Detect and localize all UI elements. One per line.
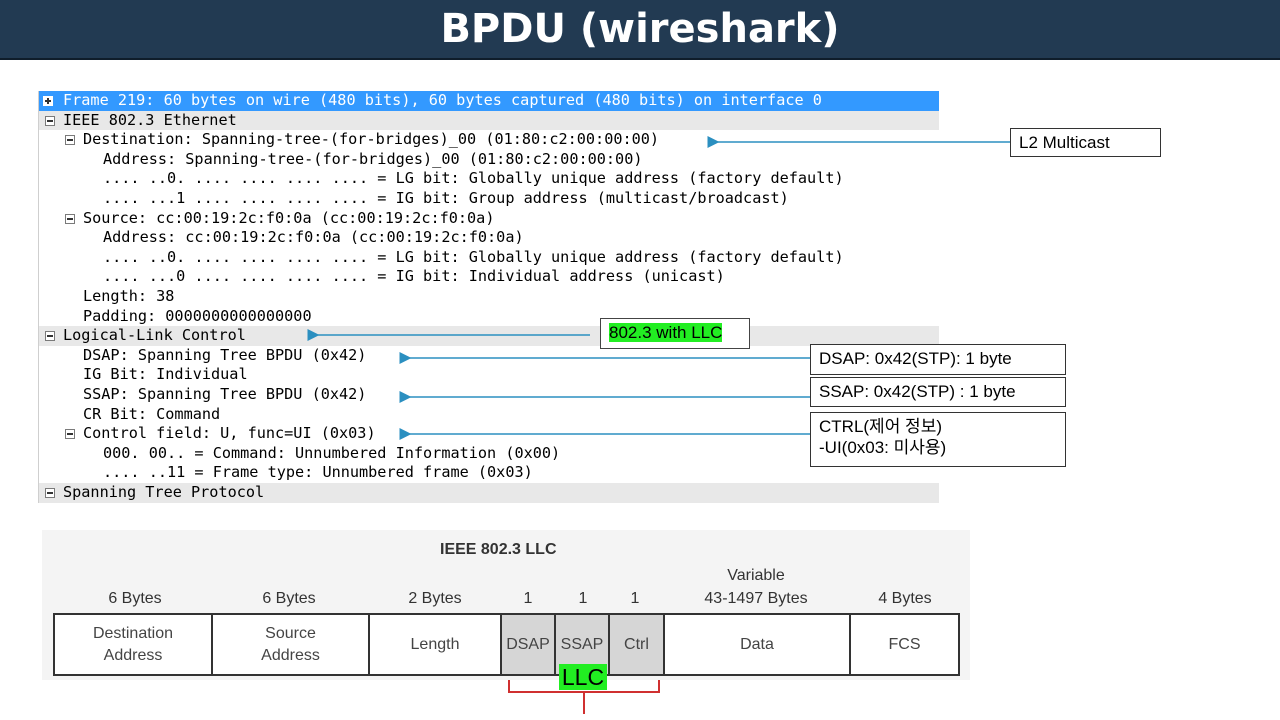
- size-label: 1: [578, 590, 588, 607]
- size-label: 6 Bytes: [262, 590, 316, 607]
- note-ssap: SSAP: 0x42(STP) : 1 byte: [810, 377, 1066, 407]
- note-802-3-with-llc: 802.3 with LLC: [600, 318, 750, 349]
- size-label: 1: [630, 590, 640, 607]
- llc-label: LLC: [559, 664, 607, 690]
- size-label: 1: [523, 590, 533, 607]
- field-source-address: Source Address: [213, 615, 370, 674]
- frame-fields: Destination Address Source Address Length …: [53, 613, 960, 676]
- field-length: Length: [370, 615, 502, 674]
- field-fcs: FCS: [888, 635, 921, 653]
- size-label: 6 Bytes: [108, 590, 162, 607]
- frame-title: IEEE 802.3 LLC: [440, 541, 557, 558]
- note-l2-multicast: L2 Multicast: [1010, 128, 1161, 157]
- size-label: 4 Bytes: [878, 590, 932, 607]
- note-dsap: DSAP: 0x42(STP): 1 byte: [810, 344, 1066, 375]
- size-label: 2 Bytes: [408, 590, 462, 607]
- field-data: Data: [665, 615, 851, 674]
- note-ctrl: CTRL(제어 정보) -UI(0x03: 미사용): [810, 412, 1066, 467]
- field-ctrl: Ctrl: [610, 615, 665, 674]
- field-destination-address: Destination Address: [55, 615, 213, 674]
- size-label: 43-1497 Bytes: [704, 590, 808, 607]
- field-dsap: DSAP: [502, 615, 556, 674]
- size-label: Variable: [727, 567, 785, 584]
